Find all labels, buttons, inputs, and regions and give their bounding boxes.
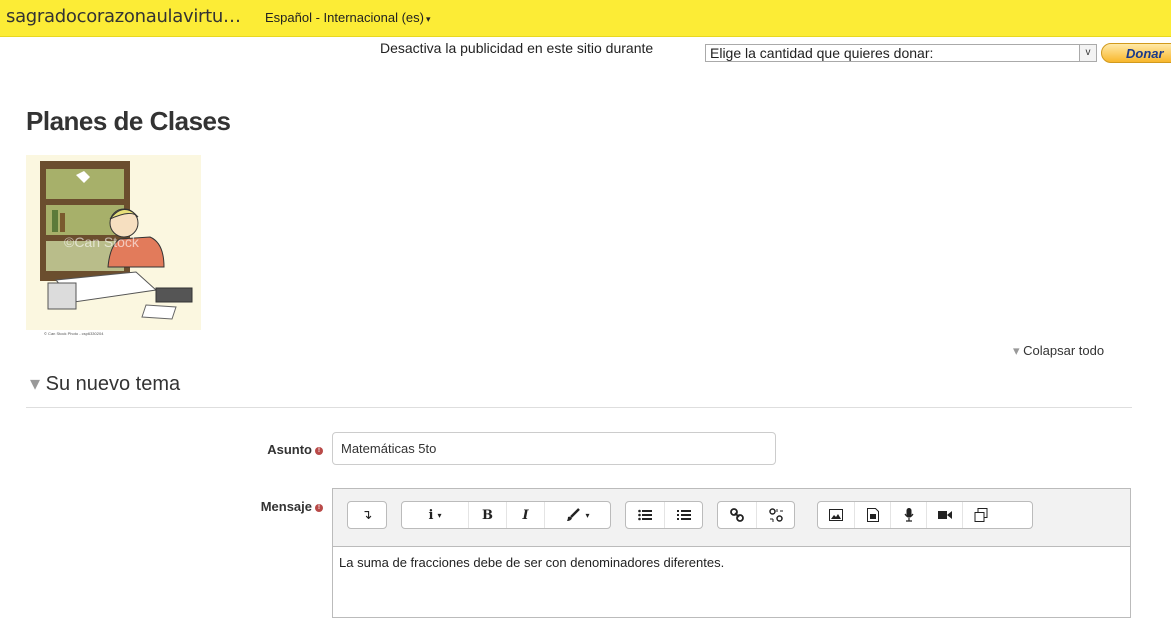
manage-files-button[interactable]: [962, 502, 998, 528]
required-icon: !: [315, 503, 323, 512]
editor-toolbar: ↴ i ▾ B I ▾: [333, 489, 1130, 547]
section-title: Su nuevo tema: [45, 373, 181, 395]
record-video-button[interactable]: [926, 502, 962, 528]
toolbar-group-media: [817, 501, 1033, 529]
italic-icon: I: [522, 507, 529, 523]
toolbar-group-collapse: ↴: [347, 501, 387, 529]
toolbar-group-style: i ▾ B I ▾: [401, 501, 611, 529]
paintbrush-icon: [567, 508, 581, 521]
ad-disable-text: Desactiva la publicidad en este sitio du…: [380, 40, 654, 56]
info-icon: i: [428, 507, 434, 523]
record-audio-button[interactable]: [890, 502, 926, 528]
image-icon: [829, 509, 843, 521]
italic-button[interactable]: I: [506, 502, 544, 528]
collapse-all-link[interactable]: ▾ Colapsar todo: [1013, 343, 1104, 359]
section-header-new-topic[interactable]: ▾ Su nuevo tema: [30, 371, 180, 396]
site-brand[interactable]: sagradocorazonaulavirtu…: [6, 6, 241, 27]
collapse-all-label: Colapsar todo: [1023, 343, 1105, 358]
editor-content[interactable]: La suma de fracciones debe de ser con de…: [339, 555, 724, 570]
language-label: Español - Internacional (es): [265, 10, 424, 25]
copy-icon: [974, 508, 987, 522]
unlink-button[interactable]: [756, 502, 794, 528]
subject-label: Asunto!: [230, 442, 323, 457]
insert-media-button[interactable]: [854, 502, 890, 528]
insert-image-button[interactable]: [818, 502, 854, 528]
bold-icon: B: [482, 507, 493, 523]
bold-button[interactable]: B: [468, 502, 506, 528]
unordered-list-button[interactable]: [626, 502, 664, 528]
donate-button[interactable]: Donar: [1101, 43, 1171, 63]
unordered-list-icon: [638, 509, 652, 521]
toolbar-group-links: [717, 501, 795, 529]
triangle-down-icon: ▾: [1013, 343, 1020, 358]
svg-text:©Can Stock: ©Can Stock: [64, 234, 140, 250]
required-icon: !: [315, 446, 323, 455]
subject-input[interactable]: [332, 432, 776, 465]
message-label: Mensaje!: [230, 499, 323, 514]
chevron-down-icon: ▾: [585, 510, 590, 520]
link-icon: [730, 508, 744, 522]
microphone-icon: [904, 508, 913, 522]
message-label-text: Mensaje: [260, 499, 312, 514]
donation-amount-select[interactable]: Elige la cantidad que quieres donar: v: [705, 44, 1097, 62]
ordered-list-button[interactable]: [664, 502, 702, 528]
ordered-list-icon: [676, 510, 691, 520]
subject-label-text: Asunto: [267, 442, 312, 457]
toolbar-group-lists: [625, 501, 703, 529]
donation-select-value: Elige la cantidad que quieres donar:: [710, 45, 934, 61]
triangle-down-icon: ▾: [30, 373, 41, 395]
image-caption: © Can Stock Photo - csp6330204: [44, 331, 104, 336]
collapse-toolbar-button[interactable]: ↴: [348, 502, 386, 528]
message-editor[interactable]: ↴ i ▾ B I ▾ La suma de fracciones debe d…: [332, 488, 1131, 618]
page-title: Planes de Clases: [26, 106, 231, 136]
chevron-down-icon: ▾: [437, 510, 442, 520]
collapse-icon: ↴: [361, 507, 373, 523]
unlink-icon: [768, 508, 783, 522]
language-menu[interactable]: Español - Internacional (es) ▾: [265, 10, 431, 25]
text-color-button[interactable]: ▾: [544, 502, 610, 528]
course-illustration: ©Can Stock: [26, 155, 201, 330]
link-button[interactable]: [718, 502, 756, 528]
media-icon: [866, 508, 879, 522]
info-dropdown-button[interactable]: i ▾: [402, 502, 468, 528]
video-icon: [937, 511, 952, 519]
section-divider: [26, 407, 1132, 408]
chevron-down-icon: ▾: [425, 14, 431, 24]
top-navbar: sagradocorazonaulavirtu… Español - Inter…: [0, 0, 1171, 37]
select-arrow-icon[interactable]: v: [1079, 45, 1096, 61]
